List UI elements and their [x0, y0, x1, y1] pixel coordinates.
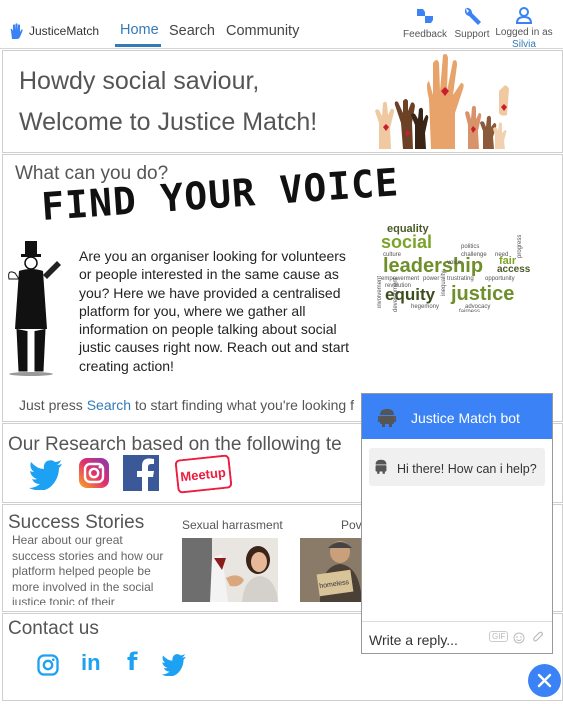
- twitter-icon[interactable]: [161, 654, 187, 676]
- nav-search[interactable]: Search: [169, 23, 215, 39]
- attachment-icon[interactable]: [532, 631, 544, 644]
- research-title: Our Research based on the following te: [8, 434, 342, 455]
- wordcloud-word: need: [495, 252, 508, 258]
- wordcloud-word: fairness: [459, 309, 480, 312]
- wordcloud-word: justice: [450, 283, 514, 305]
- raised-hands-image: [375, 54, 509, 149]
- raised-hand-logo-icon: [10, 23, 23, 39]
- user-icon: [515, 7, 533, 24]
- chat-reply-placeholder: Write a reply...: [369, 632, 458, 648]
- brand-name: JusticeMatch: [29, 24, 100, 38]
- nav-community[interactable]: Community: [226, 23, 299, 39]
- facebook-icon[interactable]: f: [127, 648, 137, 676]
- wordcloud-word: access: [497, 264, 531, 275]
- what-can-you-do-panel: What can you do? FIND YOUR VOICE Are you…: [2, 154, 563, 422]
- close-icon: [537, 673, 552, 688]
- what-description: Are you an organiser looking for volunte…: [79, 248, 350, 374]
- wordcloud-word: politics: [461, 244, 479, 250]
- contact-title: Contact us: [8, 618, 99, 639]
- wordcloud-word: progress: [517, 235, 523, 258]
- wordcloud-word: challenge: [461, 252, 487, 258]
- support-button[interactable]: Support: [448, 6, 496, 40]
- stories-title: Success Stories: [8, 512, 145, 533]
- wordcloud-word: leadership: [383, 255, 483, 277]
- brand[interactable]: JusticeMatch: [7, 22, 99, 40]
- welcome-greeting: Howdy social saviour,: [19, 67, 260, 95]
- twitter-icon[interactable]: [29, 460, 63, 490]
- chatbot-widget: Justice Match bot Hi there! How can i he…: [361, 393, 553, 654]
- facebook-icon[interactable]: [123, 455, 159, 491]
- wrench-icon: [464, 7, 481, 26]
- chat-header: Justice Match bot: [362, 394, 552, 439]
- feedback-label: Feedback: [403, 29, 447, 40]
- welcome-title: Welcome to Justice Match!: [19, 108, 318, 136]
- android-bot-icon: [378, 409, 396, 427]
- thumbs-icon: [417, 9, 433, 23]
- wordcloud-word: trustrating: [447, 276, 474, 282]
- story-harassment-image[interactable]: [182, 538, 278, 602]
- wordcloud-word: voice: [447, 260, 462, 266]
- chat-message-bubble: Hi there! How can i help?: [369, 448, 545, 486]
- instagram-icon[interactable]: [37, 654, 59, 676]
- nav-active-indicator: [115, 44, 161, 47]
- meetup-icon: Meetup: [174, 454, 233, 494]
- nav-home[interactable]: Home: [120, 22, 159, 38]
- megaphone-figure-image: [8, 241, 61, 376]
- search-link[interactable]: Search: [87, 397, 131, 413]
- wordcloud-word: opportunity: [485, 276, 515, 282]
- stories-description: Hear about our great success stories and…: [12, 533, 164, 605]
- feedback-button[interactable]: Feedback: [401, 6, 449, 40]
- chat-message-text: Hi there! How can i help?: [397, 462, 537, 476]
- android-bot-icon: [375, 459, 387, 474]
- wordcloud-word: hegemony: [411, 304, 439, 310]
- logged-in-status[interactable]: Logged in as Silvia: [493, 6, 555, 51]
- wordcloud-word: involvement: [377, 276, 383, 308]
- search-hint: Just press Search to start finding what …: [19, 396, 354, 414]
- welcome-panel: Howdy social saviour, Welcome to Justice…: [2, 50, 563, 153]
- wordcloud-word: empowerment: [381, 276, 419, 282]
- search-hint-prefix: Just press: [19, 397, 87, 413]
- search-hint-suffix: to start finding what you're looking f: [131, 397, 354, 413]
- instagram-icon[interactable]: [78, 457, 110, 489]
- wordcloud-word: power: [423, 276, 439, 282]
- emoji-icon[interactable]: [513, 632, 525, 644]
- support-label: Support: [454, 29, 490, 40]
- story-caption: Sexual harrasment: [182, 518, 283, 532]
- wordcloud-word: development: [393, 277, 399, 312]
- wordcloud-word: inequality: [441, 271, 447, 296]
- chat-reply-input[interactable]: Write a reply... GIF: [362, 621, 552, 654]
- wordcloud-word: social: [381, 232, 432, 252]
- chat-title: Justice Match bot: [411, 410, 520, 426]
- story-poverty-image[interactable]: homeless: [300, 538, 362, 602]
- gif-button[interactable]: GIF: [489, 631, 509, 642]
- top-navbar: JusticeMatch Home Search Community Feedb…: [0, 0, 563, 51]
- meetup-logo[interactable]: Meetup: [174, 454, 233, 494]
- story-caption: Pov: [341, 518, 362, 532]
- logged-in-label: Logged in as: [495, 27, 553, 38]
- chat-close-button[interactable]: [528, 664, 561, 697]
- linkedin-icon[interactable]: in: [81, 650, 101, 676]
- social-justice-wordcloud-image: equality social culture leadership empow…: [377, 223, 531, 312]
